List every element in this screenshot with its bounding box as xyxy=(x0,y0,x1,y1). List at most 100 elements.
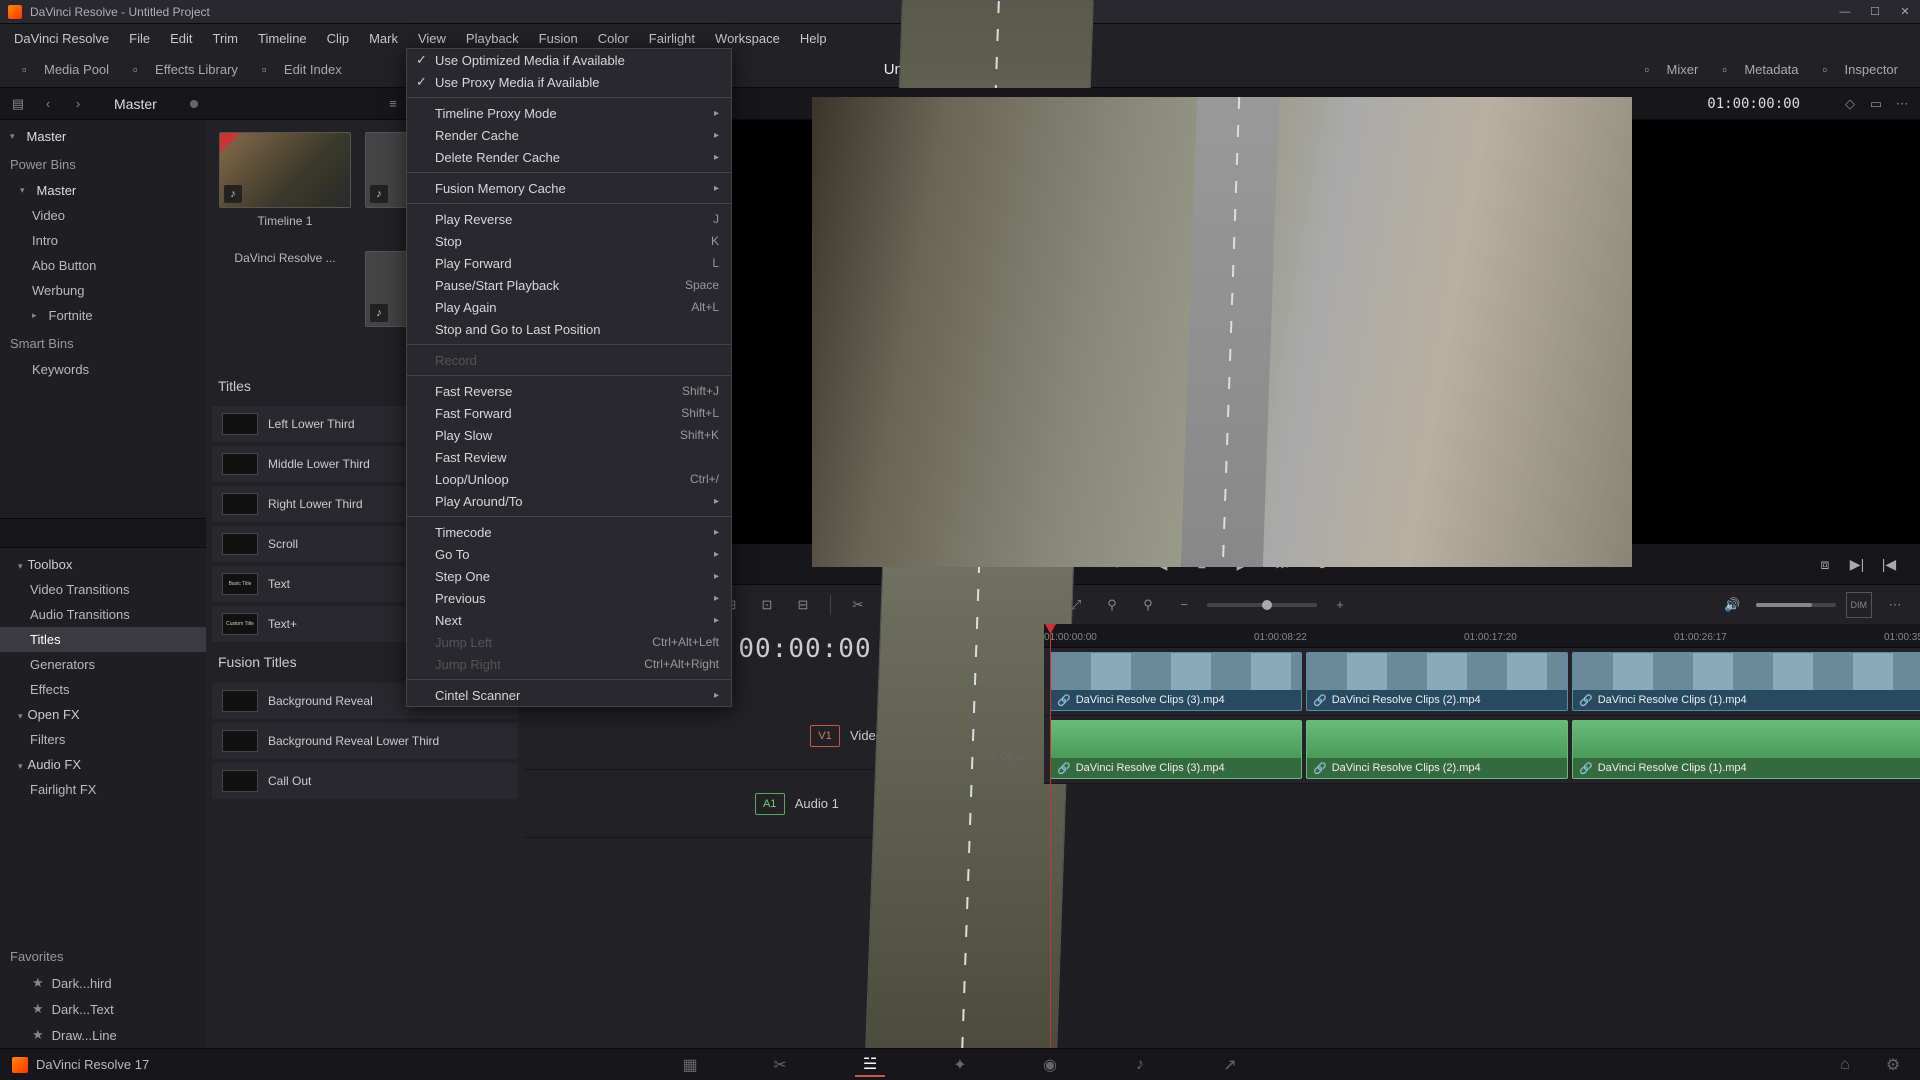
zoom-in-button[interactable]: + xyxy=(1327,592,1353,618)
bin-item[interactable]: Fortnite xyxy=(0,303,206,328)
deliver-page-tab[interactable]: ↗ xyxy=(1215,1053,1245,1077)
playhead[interactable] xyxy=(1050,624,1051,1048)
menu-mark[interactable]: Mark xyxy=(359,24,408,52)
favorite-item[interactable]: ★ Dark...hird xyxy=(0,970,206,996)
metadata-panel[interactable]: ▫Metadata xyxy=(1716,58,1804,82)
menu-item-timeline-proxy-mode[interactable]: Timeline Proxy Mode xyxy=(407,102,731,124)
menu-item-render-cache[interactable]: Render Cache xyxy=(407,124,731,146)
menu-item-go-to[interactable]: Go To xyxy=(407,543,731,565)
bypass-fx-button[interactable]: ◇ xyxy=(1840,94,1860,114)
match-frame-button[interactable]: ⧈ xyxy=(1814,553,1836,575)
title-preset[interactable]: Call Out xyxy=(212,763,518,799)
edit-page-tab[interactable]: ☱ xyxy=(855,1053,885,1077)
bin-item[interactable]: Werbung xyxy=(0,278,206,303)
menu-item-play-again[interactable]: Play AgainAlt+L xyxy=(407,296,731,318)
timeline-clip[interactable]: 🔗DaVinci Resolve Clips (3).mp4 xyxy=(1050,652,1302,711)
timeline-clip[interactable]: 🔗DaVinci Resolve Clips (3).mp4 xyxy=(1050,720,1302,779)
close-button[interactable]: ✕ xyxy=(1898,5,1912,19)
menu-item-play-around-to[interactable]: Play Around/To xyxy=(407,490,731,512)
custom-zoom-button[interactable]: ⚲ xyxy=(1135,592,1161,618)
blade-edit-button[interactable]: ✂ xyxy=(845,592,871,618)
project-settings-button[interactable]: ⚙ xyxy=(1878,1053,1908,1077)
menu-item-timecode[interactable]: Timecode xyxy=(407,521,731,543)
menu-item-pause-start-playback[interactable]: Pause/Start PlaybackSpace xyxy=(407,274,731,296)
zoom-out-button[interactable]: − xyxy=(1171,592,1197,618)
menu-item-fast-review[interactable]: Fast Review xyxy=(407,446,731,468)
timeline-clip[interactable]: 🔗DaVinci Resolve Clips (2).mp4 xyxy=(1306,720,1568,779)
menu-item-stop[interactable]: StopK xyxy=(407,230,731,252)
clip-item[interactable]: ♪Timeline 1 xyxy=(218,132,352,239)
menu-item-cintel-scanner[interactable]: Cintel Scanner xyxy=(407,684,731,706)
menu-davinci-resolve[interactable]: DaVinci Resolve xyxy=(4,24,119,52)
track-lane[interactable]: 🔗DaVinci Resolve Clips (3).mp4🔗DaVinci R… xyxy=(1044,716,1920,784)
bin-breadcrumb[interactable]: Master xyxy=(114,96,180,112)
media-pool-panel[interactable]: ▫Media Pool xyxy=(16,58,115,82)
menu-item-previous[interactable]: Previous xyxy=(407,587,731,609)
timeline-clip[interactable]: 🔗DaVinci Resolve Clips (2).mp4 xyxy=(1306,652,1568,711)
timeline-ruler[interactable]: 01:00:00:0001:00:08:2201:00:17:2001:00:2… xyxy=(1044,624,1920,648)
menu-item-stop-and-go-to-last-position[interactable]: Stop and Go to Last Position xyxy=(407,318,731,340)
menu-item-next[interactable]: Next xyxy=(407,609,731,631)
detail-zoom-button[interactable]: ⚲ xyxy=(1099,592,1125,618)
minimize-button[interactable]: — xyxy=(1838,5,1852,19)
viewer-timecode[interactable]: 01:00:00:00 xyxy=(1707,96,1800,112)
fx-category[interactable]: Fairlight FX xyxy=(0,777,206,802)
jog-out-button[interactable]: ▶| xyxy=(1846,553,1868,575)
fairlight-page-tab[interactable]: ♪ xyxy=(1125,1053,1155,1077)
menu-item-play-forward[interactable]: Play ForwardL xyxy=(407,252,731,274)
effects-library-panel[interactable]: ▫Effects Library xyxy=(127,58,244,82)
menu-item-loop-unloop[interactable]: Loop/UnloopCtrl+/ xyxy=(407,468,731,490)
menu-item-fast-forward[interactable]: Fast ForwardShift+L xyxy=(407,402,731,424)
timeline-canvas[interactable]: 01:00:00:0001:00:08:2201:00:17:2001:00:2… xyxy=(1044,624,1920,1048)
fx-category[interactable]: Filters xyxy=(0,727,206,752)
mute-icon[interactable]: 🔊 xyxy=(1720,592,1746,618)
bin-root[interactable]: Master xyxy=(0,124,206,149)
maximize-button[interactable]: ☐ xyxy=(1868,5,1882,19)
zoom-slider[interactable] xyxy=(1207,603,1317,607)
menu-item-step-one[interactable]: Step One xyxy=(407,565,731,587)
volume-slider[interactable] xyxy=(1756,603,1836,607)
favorite-item[interactable]: ★ Dark...Text xyxy=(0,996,206,1022)
fx-category[interactable]: Audio Transitions xyxy=(0,602,206,627)
nav-back[interactable]: ‹ xyxy=(38,94,58,114)
menu-edit[interactable]: Edit xyxy=(160,24,202,52)
menu-trim[interactable]: Trim xyxy=(203,24,249,52)
fx-category[interactable]: Effects xyxy=(0,677,206,702)
mixer-panel[interactable]: ▫Mixer xyxy=(1639,58,1705,82)
cut-page-tab[interactable]: ✂ xyxy=(765,1053,795,1077)
menu-item-fast-reverse[interactable]: Fast ReverseShift+J xyxy=(407,380,731,402)
timeline-clip[interactable]: 🔗DaVinci Resolve Clips (1).mp4 xyxy=(1572,720,1920,779)
menu-item-play-slow[interactable]: Play SlowShift+K xyxy=(407,424,731,446)
fusion-page-tab[interactable]: ✦ xyxy=(945,1053,975,1077)
fx-category[interactable]: Open FX xyxy=(0,702,206,727)
color-page-tab[interactable]: ◉ xyxy=(1035,1053,1065,1077)
bin-view-toggle[interactable]: ▤ xyxy=(8,94,28,114)
bin-item[interactable]: Abo Button xyxy=(0,253,206,278)
menu-item-use-optimized-media-if-available[interactable]: Use Optimized Media if Available xyxy=(407,49,731,71)
fx-category[interactable]: Audio FX xyxy=(0,752,206,777)
menu-item-fusion-memory-cache[interactable]: Fusion Memory Cache xyxy=(407,177,731,199)
overwrite-clip-button[interactable]: ⊡ xyxy=(754,592,780,618)
menu-item-delete-render-cache[interactable]: Delete Render Cache xyxy=(407,146,731,168)
fx-category[interactable]: Video Transitions xyxy=(0,577,206,602)
timeline-options-icon[interactable]: ⋯ xyxy=(1882,592,1908,618)
menu-clip[interactable]: Clip xyxy=(317,24,359,52)
menu-timeline[interactable]: Timeline xyxy=(248,24,317,52)
metadata-view-button[interactable]: ≡ xyxy=(382,93,404,115)
title-preset[interactable]: Background Reveal Lower Third xyxy=(212,723,518,759)
nav-fwd[interactable]: › xyxy=(68,94,88,114)
menu-item-use-proxy-media-if-available[interactable]: Use Proxy Media if Available xyxy=(407,71,731,93)
single-viewer-button[interactable]: ▭ xyxy=(1866,94,1886,114)
program-viewer[interactable] xyxy=(524,120,1920,544)
media-page-tab[interactable]: ▦ xyxy=(675,1053,705,1077)
track-lane[interactable]: 🔗DaVinci Resolve Clips (3).mp4🔗DaVinci R… xyxy=(1044,648,1920,716)
viewer-options-icon[interactable]: ⋯ xyxy=(1892,94,1912,114)
menu-help[interactable]: Help xyxy=(790,24,837,52)
bin-item[interactable]: Intro xyxy=(0,228,206,253)
clip-item[interactable]: ♪DaVinci Resolve ... xyxy=(218,251,352,358)
bin-item[interactable]: Video xyxy=(0,203,206,228)
menu-item-play-reverse[interactable]: Play ReverseJ xyxy=(407,208,731,230)
inspector-panel[interactable]: ▫Inspector xyxy=(1817,58,1904,82)
edit-index-panel[interactable]: ▫Edit Index xyxy=(256,58,348,82)
favorite-item[interactable]: ★ Draw...Line xyxy=(0,1022,206,1048)
